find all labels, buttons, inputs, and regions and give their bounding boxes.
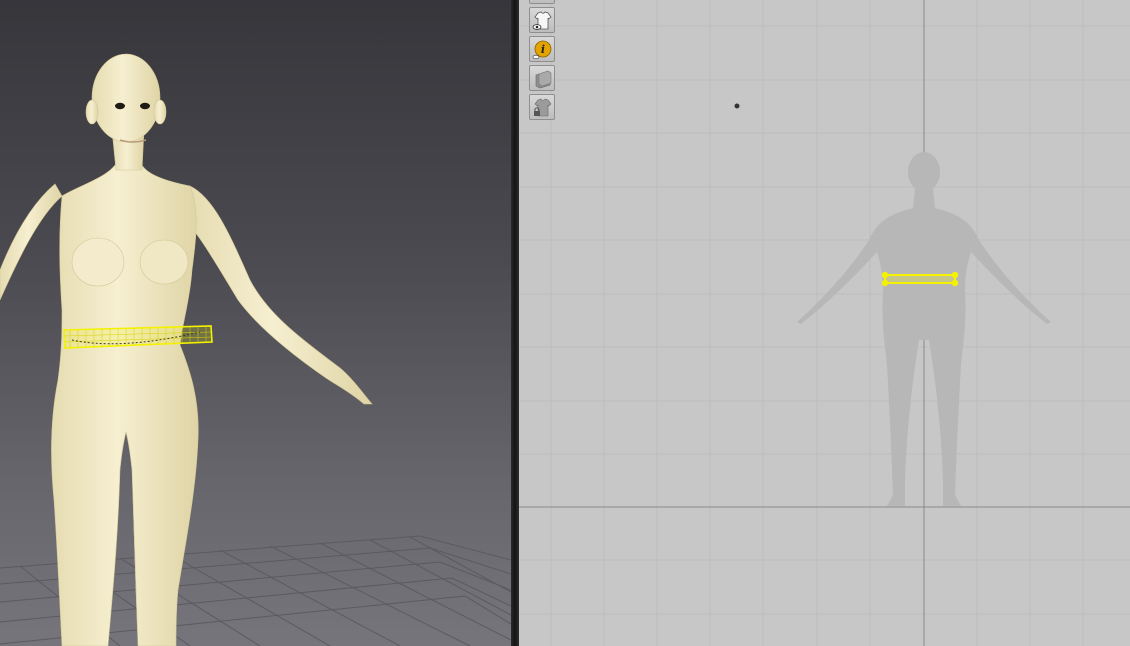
stack-icon	[535, 70, 552, 89]
info-button[interactable]: i	[529, 36, 555, 62]
3d-viewport[interactable]	[0, 0, 511, 646]
belt-3d-selected[interactable]	[63, 325, 213, 349]
2d-canvas[interactable]	[519, 0, 1130, 646]
2d-pattern-viewport[interactable]: i	[519, 0, 1130, 646]
svg-text:i: i	[541, 43, 545, 56]
tshirt-eye-icon	[532, 11, 552, 30]
lock-garment-button[interactable]	[529, 94, 555, 120]
show-garment-button[interactable]	[529, 7, 555, 33]
canvas-point	[734, 103, 740, 109]
3d-scene[interactable]	[0, 0, 511, 646]
tshirt-lock-icon	[534, 98, 552, 117]
pattern-grid	[519, 0, 1130, 646]
viewport-divider[interactable]	[511, 0, 519, 646]
hidden-top-button[interactable]	[529, 0, 555, 4]
pattern-axes	[519, 0, 1130, 646]
layer-button[interactable]	[529, 65, 555, 91]
info-icon: i	[532, 40, 552, 60]
